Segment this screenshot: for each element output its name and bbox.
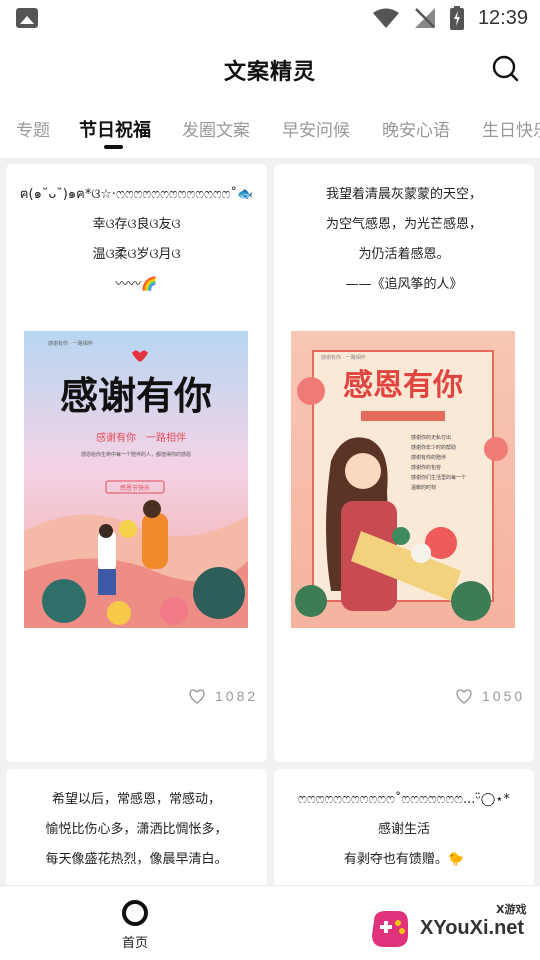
watermark-badge: X游戏 [496, 903, 527, 916]
poster-body-line: 温暖的时刻 [411, 484, 436, 491]
status-bar: 12:39 [0, 0, 540, 36]
post-line: 希望以后，常感恩，常感动， [51, 792, 221, 807]
tab-happy-birthday[interactable]: 生日快乐 [482, 116, 540, 141]
poster-body-line: 感谢你们生活里的每一个 [411, 474, 466, 481]
no-signal-icon [414, 8, 435, 28]
post-line: 每天像盛花热烈，像晨早清白。 [45, 852, 228, 867]
like-counter[interactable]: 1050 [456, 688, 525, 704]
active-tab-indicator [104, 145, 123, 149]
post-card[interactable]: 我望着清晨灰蒙蒙的天空， 为空气感恩，为光芒感恩， 为仍活着感恩。 ——《追风筝… [274, 164, 534, 762]
post-line: 我望着清晨灰蒙蒙的天空， [325, 187, 482, 202]
poster-headline: 感恩有你 [343, 368, 463, 403]
status-time: 12:39 [477, 6, 528, 29]
tab-good-morning[interactable]: 早安问候 [282, 116, 350, 141]
post-line: 愉悦比伤心多，潇洒比惆怅多， [45, 822, 228, 837]
poster-button: 感恩节快乐 [120, 484, 150, 492]
post-line: 幸ଓ存ଓ良ଓ友ଓ [92, 217, 181, 232]
poster-tagline-left: 感谢有你 [96, 431, 136, 444]
battery-charging-icon [449, 6, 464, 30]
heart-icon [456, 688, 472, 704]
post-card[interactable]: ฅ(๑˘ᴗ˘)๑ฅ*ଓ☆·ෆෆෆෆෆෆෆෆෆෆෆෆෆ˚🐟 幸ଓ存ଓ良ଓ友ଓ 温ଓ… [6, 164, 267, 762]
like-count: 1082 [215, 688, 259, 704]
poster-headline: 感谢有你 [60, 373, 212, 418]
post-line: 〰〰🌈 [115, 277, 158, 292]
poster-small-text: 感谢有你 · 一路相伴 [48, 340, 93, 347]
poster-body-line: 感谢你的包容 [411, 464, 441, 471]
poster-tagline-right: 一路相伴 [146, 431, 186, 444]
nav-home-label: 首页 [121, 936, 148, 951]
category-tabs: 专题 节日祝福 发圈文案 早安问候 晚安心语 生日快乐 [0, 102, 540, 158]
post-text: 我望着清晨灰蒙蒙的天空， 为空气感恩，为光芒感恩， 为仍活着感恩。 ——《追风筝… [274, 164, 534, 300]
tab-holiday-wishes[interactable]: 节日祝福 [79, 116, 151, 142]
post-line: 为空气感恩，为光芒感恩， [325, 217, 482, 232]
poster-small-text: 感谢有你 · 一路相伴 [321, 354, 366, 361]
gallery-notification-icon [16, 8, 38, 28]
post-text: 希望以后，常感恩，常感动， 愉悦比伤心多，潇洒比惆怅多， 每天像盛花热烈，像晨早… [6, 769, 267, 875]
post-text: ฅ(๑˘ᴗ˘)๑ฅ*ଓ☆·ෆෆෆෆෆෆෆෆෆෆෆෆෆ˚🐟 幸ଓ存ଓ良ଓ友ଓ 温ଓ… [6, 164, 267, 300]
post-line: 为仍活着感恩。 [358, 247, 450, 262]
post-text: ෆෆෆෆෆෆෆෆෆෆෆ˚ෆෆෆෆෆෆෆ...ᵕ̈◯⋆* 感谢生活 有剥夺也有馈赠… [274, 769, 534, 875]
poster-body-line: 感谢你年少时的帮助 [411, 444, 456, 451]
status-indicators: 12:39 [372, 6, 528, 30]
gamepad-logo-icon [372, 911, 408, 947]
post-line: 温ଓ柔ଓ岁ଓ月ଓ [92, 247, 181, 262]
post-line: ฅ(๑˘ᴗ˘)๑ฅ*ଓ☆·ෆෆෆෆෆෆෆෆෆෆෆෆෆ˚🐟 [19, 187, 254, 202]
nav-home-button[interactable]: 首页 [110, 900, 160, 951]
post-line: 有剥夺也有馈赠。🐤 [343, 852, 465, 867]
post-line: ෆෆෆෆෆෆෆෆෆෆෆ˚ෆෆෆෆෆෆෆ...ᵕ̈◯⋆* [298, 792, 510, 807]
site-watermark: X游戏 XYouXi.net [368, 897, 533, 955]
tab-special[interactable]: 专题 [16, 116, 50, 141]
page-title: 文案精灵 [223, 60, 316, 85]
post-line: ——《追风筝的人》 [345, 277, 463, 292]
watermark-site: XYouXi.net [420, 917, 525, 939]
app-header: 文案精灵 [0, 36, 540, 102]
poster-body-line: 感谢你的无私付出 [411, 434, 451, 441]
tab-good-night[interactable]: 晚安心语 [382, 116, 450, 141]
home-circle-icon [122, 900, 148, 926]
wifi-icon [372, 8, 399, 28]
like-counter[interactable]: 1082 [189, 688, 258, 704]
like-count: 1050 [482, 688, 526, 704]
poster-body-line: 感谢有你的陪伴 [411, 454, 446, 461]
post-line: 感谢生活 [377, 822, 430, 837]
poster-description: 感恩给你生命中每一个陪伴的人，都值得你的感恩 [81, 451, 191, 458]
poster-image[interactable]: 感谢有你 · 一路相伴 感恩有你 感谢你的无私付出 感谢你年少时的帮助 感谢有你… [291, 331, 515, 628]
tab-moments-copy[interactable]: 发圈文案 [182, 116, 250, 141]
heart-icon [189, 688, 205, 704]
poster-image[interactable]: 感谢有你 · 一路相伴 感谢有你 感谢有你 一路相伴 感恩给你生命中每一个陪伴的… [24, 331, 248, 628]
search-icon[interactable] [492, 55, 520, 83]
